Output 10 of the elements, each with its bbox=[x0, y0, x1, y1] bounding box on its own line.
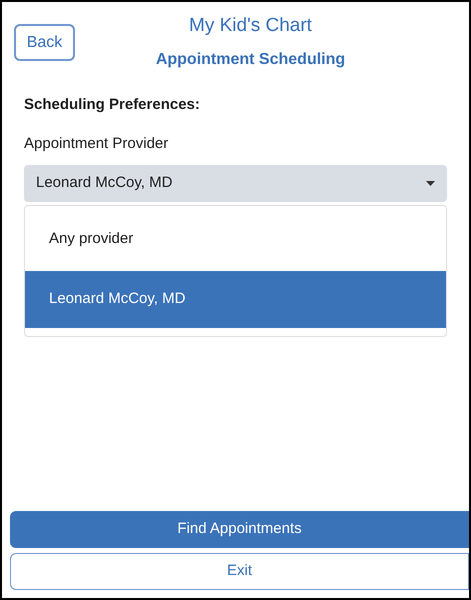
dropdown-option[interactable]: Leonard McCoy, MD bbox=[25, 271, 446, 328]
app-title: My Kid's Chart bbox=[189, 14, 312, 38]
page-title: Appointment Scheduling bbox=[156, 50, 346, 70]
back-button[interactable]: Back bbox=[14, 24, 75, 61]
caret-icon bbox=[426, 181, 435, 186]
provider-select[interactable]: Leonard McCoy, MD bbox=[24, 165, 447, 202]
section-heading: Scheduling Preferences: bbox=[24, 95, 201, 115]
find-appointments-button[interactable]: Find Appointments bbox=[10, 511, 469, 548]
exit-button[interactable]: Exit bbox=[10, 553, 469, 590]
field-label: Appointment Provider bbox=[24, 134, 170, 154]
